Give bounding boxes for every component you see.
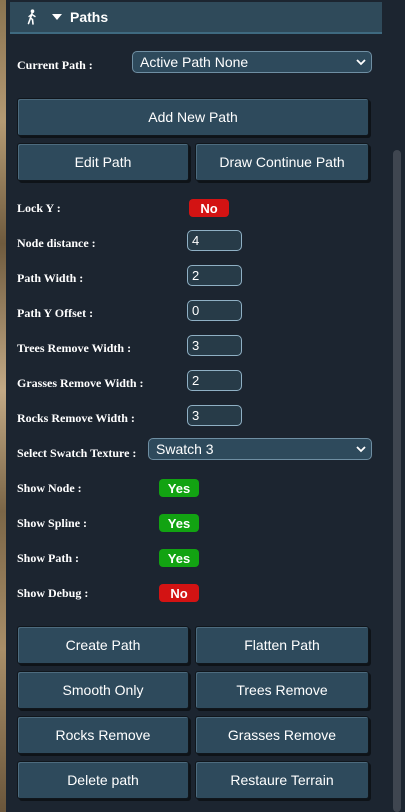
- current-path-label: Current Path :: [17, 58, 93, 72]
- show-spline-toggle[interactable]: Yes: [159, 514, 199, 532]
- swatch-texture-select[interactable]: Swatch 3: [148, 438, 372, 460]
- draw-continue-path-button[interactable]: Draw Continue Path: [195, 143, 369, 181]
- restaure-terrain-button[interactable]: Restaure Terrain: [195, 761, 369, 799]
- swatch-texture-value: Swatch 3: [156, 441, 214, 457]
- section-title: Paths: [70, 9, 109, 25]
- rocks-remove-width-label: Rocks Remove Width :: [17, 411, 135, 425]
- paths-section-header[interactable]: Paths: [10, 2, 382, 34]
- trees-remove-width-input[interactable]: 3: [187, 335, 242, 356]
- path-y-offset-label: Path Y Offset :: [17, 306, 94, 320]
- current-path-value: Active Path None: [140, 54, 249, 70]
- show-debug-label: Show Debug :: [17, 586, 89, 600]
- node-distance-label: Node distance :: [17, 236, 96, 250]
- viewport-edge: [0, 0, 6, 812]
- delete-path-button[interactable]: Delete path: [17, 761, 189, 799]
- current-path-select[interactable]: Active Path None: [132, 51, 372, 73]
- smooth-only-button[interactable]: Smooth Only: [17, 671, 189, 709]
- scrollbar-track[interactable]: [390, 0, 405, 812]
- path-width-input[interactable]: 2: [187, 265, 242, 286]
- show-path-label: Show Path :: [17, 551, 80, 565]
- grasses-remove-width-input[interactable]: 2: [187, 370, 242, 391]
- path-width-label: Path Width :: [17, 271, 84, 285]
- add-new-path-button[interactable]: Add New Path: [17, 98, 369, 136]
- trees-remove-width-label: Trees Remove Width :: [17, 341, 132, 355]
- show-node-toggle[interactable]: Yes: [159, 479, 199, 497]
- lock-y-label: Lock Y :: [17, 201, 61, 215]
- scrollbar-thumb[interactable]: [393, 150, 401, 812]
- walking-person-icon: [23, 8, 41, 26]
- chevron-down-icon: [356, 446, 366, 453]
- swatch-texture-label: Select Swatch Texture :: [17, 446, 137, 460]
- show-node-label: Show Node :: [17, 481, 82, 495]
- rocks-remove-button[interactable]: Rocks Remove: [17, 716, 189, 754]
- chevron-down-icon: [356, 59, 366, 66]
- caret-down-icon[interactable]: [52, 14, 62, 20]
- node-distance-input[interactable]: 4: [187, 230, 242, 251]
- lock-y-toggle[interactable]: No: [189, 199, 229, 217]
- edit-path-button[interactable]: Edit Path: [17, 143, 189, 181]
- show-debug-toggle[interactable]: No: [159, 584, 199, 602]
- show-spline-label: Show Spline :: [17, 516, 88, 530]
- path-y-offset-input[interactable]: 0: [187, 300, 242, 321]
- grasses-remove-button[interactable]: Grasses Remove: [195, 716, 369, 754]
- trees-remove-button[interactable]: Trees Remove: [195, 671, 369, 709]
- rocks-remove-width-input[interactable]: 3: [187, 405, 242, 426]
- grasses-remove-width-label: Grasses Remove Width :: [17, 376, 144, 390]
- flatten-path-button[interactable]: Flatten Path: [195, 626, 369, 664]
- create-path-button[interactable]: Create Path: [17, 626, 189, 664]
- show-path-toggle[interactable]: Yes: [159, 549, 199, 567]
